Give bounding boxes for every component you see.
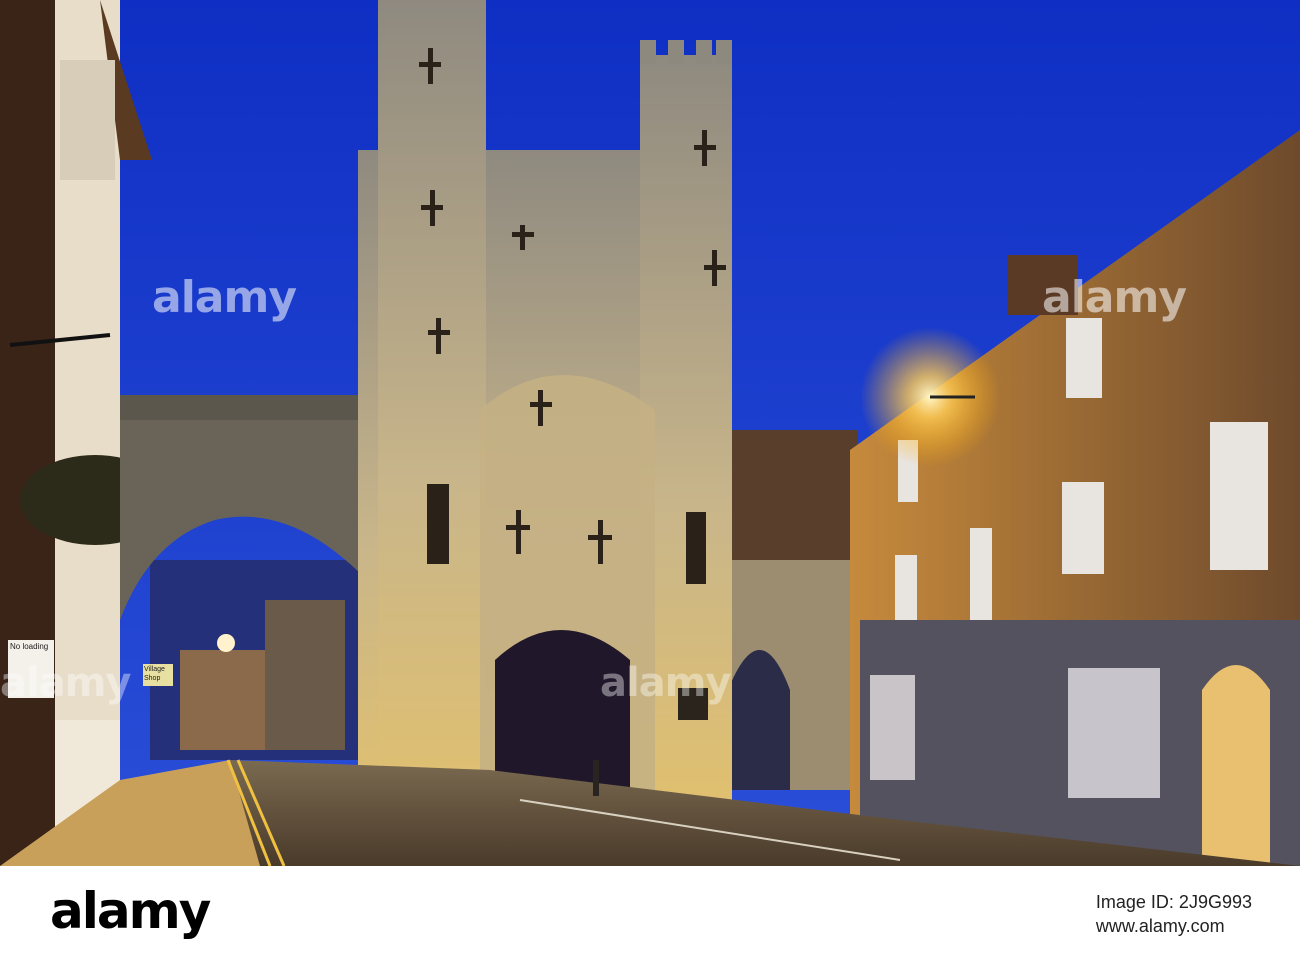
site-url[interactable]: www.alamy.com <box>1096 914 1252 938</box>
watermark: alamy <box>1042 272 1187 323</box>
image-meta: Image ID: 2J9G993 www.alamy.com <box>1096 890 1252 938</box>
scene <box>0 0 1300 866</box>
alamy-logo[interactable]: alamy <box>50 882 211 940</box>
left-tower <box>378 0 486 800</box>
footer-bar: alamy Image ID: 2J9G993 www.alamy.com <box>0 866 1300 956</box>
watermark: alamy <box>152 272 297 323</box>
watermark: alamy <box>0 660 131 706</box>
watermark: alamy <box>600 660 731 706</box>
image-id: Image ID: 2J9G993 <box>1095 892 1252 912</box>
photo: No loading Village Shop alamy alamy alam… <box>0 0 1300 866</box>
moon <box>217 634 235 652</box>
village-shop-sign: Village Shop <box>143 664 173 686</box>
